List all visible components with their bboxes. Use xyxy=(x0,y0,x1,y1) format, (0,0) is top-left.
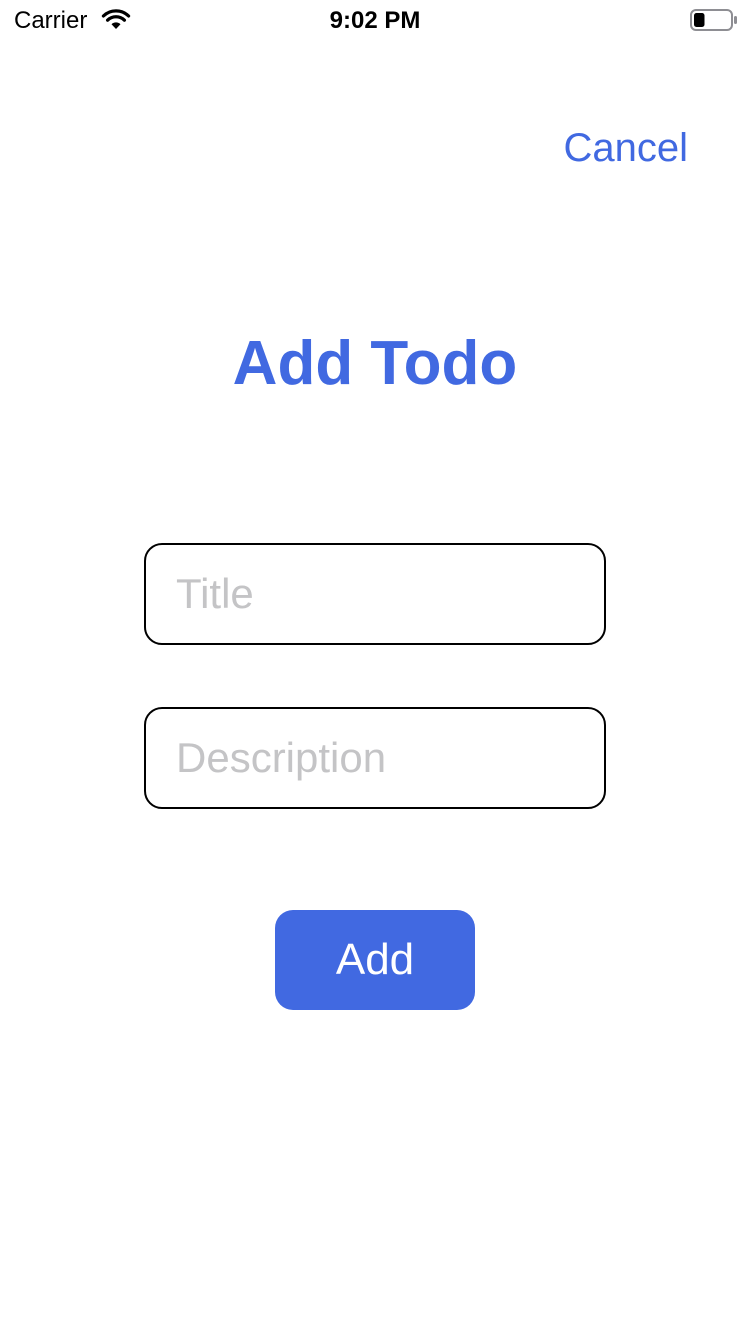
description-input[interactable] xyxy=(144,707,606,809)
cancel-button[interactable]: Cancel xyxy=(563,124,688,172)
add-button[interactable]: Add xyxy=(275,910,475,1010)
status-time: 9:02 PM xyxy=(329,7,421,34)
battery-icon xyxy=(690,9,737,31)
status-bar: Carrier 9:02 PM xyxy=(0,0,750,40)
title-input[interactable] xyxy=(144,543,606,645)
page-title: Add Todo xyxy=(232,329,518,398)
add-todo-screen: Carrier 9:02 PM Cancel Add Todo Add xyxy=(0,0,750,1334)
